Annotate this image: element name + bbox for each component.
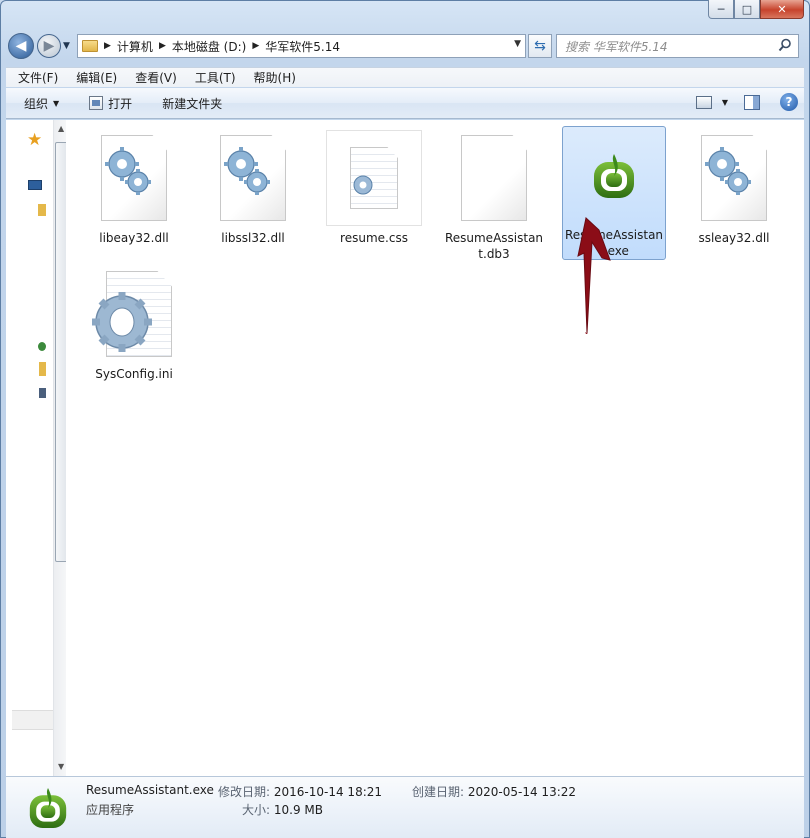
open-label: 打开 [108,96,133,111]
arrow-right-icon: ▶ [43,38,55,54]
address-bar[interactable]: ▶ 计算机 ▶ 本地磁盘 (D:) ▶ 华军软件5.14 ▼ [77,34,526,58]
close-button[interactable]: ✕ [760,0,804,19]
size-value: 10.9 MB [273,803,323,817]
dll-gear-icon [86,130,182,226]
file-name: ssleay32.dll [698,231,770,245]
network-icon[interactable] [38,342,46,351]
details-created: 创建日期: 2020-05-14 13:22 [412,783,576,800]
scroll-down-icon[interactable]: ▼ [58,762,64,771]
organize-button[interactable]: 组织 ▼ [24,95,59,112]
file-item-resumeassistant-db3[interactable]: ResumeAssistant.db3 [442,128,546,262]
menu-bar: 文件(F) 编辑(E) 查看(V) 工具(T) 帮助(H) [6,67,804,87]
preview-pane-icon[interactable] [744,94,760,110]
caption-buttons: ─ □ ✕ [708,0,804,19]
size-label: 大小: [242,803,271,817]
search-placeholder: 搜索 华军软件5.14 [565,39,668,54]
modified-value: 2016-10-14 18:21 [273,785,383,799]
file-name: ResumeAssistant.exe [564,228,664,258]
details-file-name: ResumeAssistant.exe [86,783,214,797]
file-item-ssleay32-dll[interactable]: ssleay32.dll [682,128,786,262]
navigation-pane: ★ ▲ ▼ [6,120,70,776]
menu-edit[interactable]: 编辑(E) [64,69,123,86]
minimize-button[interactable]: ─ [708,0,734,19]
favorites-star-icon[interactable]: ★ [27,130,42,150]
chevron-right-icon[interactable]: ▶ [252,41,259,51]
ini-gear-icon [86,266,182,362]
help-icon[interactable]: ? [780,93,798,111]
app-icon [29,788,67,828]
breadcrumb-drive-d[interactable]: 本地磁盘 (D:) [172,38,246,55]
forward-button[interactable]: ▶ [37,34,61,58]
address-row: ◀ ▶ ▼ ▶ 计算机 ▶ 本地磁盘 (D:) ▶ 华军软件5.14 ▼ ⇆ 搜… [8,31,802,61]
address-history-dropdown[interactable]: ▼ [514,39,521,49]
file-item-sysconfig-ini[interactable]: SysConfig.ini [82,264,186,398]
maximize-button[interactable]: □ [734,0,760,19]
modified-label: 修改日期: [218,785,271,799]
menu-help[interactable]: 帮助(H) [242,69,302,86]
folder-icon [82,40,98,52]
details-pane: ResumeAssistant.exe 应用程序 修改日期: 2016-10-1… [6,776,804,838]
menu-view[interactable]: 查看(V) [123,69,183,86]
back-button[interactable]: ◀ [8,33,34,59]
file-name: libssl32.dll [221,231,285,245]
dll-gear-icon [205,130,301,226]
new-folder-button[interactable]: 新建文件夹 [162,95,222,112]
file-item-resumeassistant-exe[interactable]: ResumeAssistant.exe [562,126,666,260]
file-item-libssl32-dll[interactable]: libssl32.dll [201,128,305,262]
command-bar: 组织 ▼ 打开 新建文件夹 ▼ ? [6,88,804,119]
organize-label: 组织 [24,96,49,111]
blank-file-icon [446,130,542,226]
details-file-type: 应用程序 [86,803,135,817]
folder-icon[interactable] [39,362,46,376]
recent-pages-dropdown[interactable]: ▼ [63,41,73,51]
file-name: SysConfig.ini [95,367,173,381]
desktop-icon[interactable] [28,180,42,190]
open-icon [89,96,104,110]
nav-pane-hscroll [12,710,54,730]
dll-gear-icon [686,130,782,226]
breadcrumb-computer[interactable]: 计算机 [117,38,153,55]
created-label: 创建日期: [412,785,465,799]
scroll-up-icon[interactable]: ▲ [58,124,64,133]
breadcrumb-folder[interactable]: 华军软件5.14 [265,38,340,55]
library-icon[interactable] [38,204,46,216]
refresh-icon: ⇆ [534,38,546,54]
search-input[interactable]: 搜索 华军软件5.14 [556,34,799,58]
file-name: libeay32.dll [99,231,169,245]
app-icon [566,129,662,223]
new-folder-label: 新建文件夹 [162,96,223,111]
chevron-right-icon[interactable]: ▶ [104,41,111,51]
menu-tools[interactable]: 工具(T) [183,69,242,86]
file-item-libeay32-dll[interactable]: libeay32.dll [82,128,186,262]
details-size: 大小: 10.9 MB [242,801,323,818]
file-item-resume-css[interactable]: resume.css [322,128,426,262]
created-value: 2020-05-14 13:22 [467,785,577,799]
details-modified: 修改日期: 2016-10-14 18:21 [218,783,382,800]
file-name: resume.css [340,231,408,245]
change-view-icon[interactable] [695,95,712,109]
computer-icon[interactable] [39,388,46,398]
chevron-right-icon[interactable]: ▶ [159,41,166,51]
arrow-left-icon: ◀ [15,38,27,54]
refresh-button[interactable]: ⇆ [528,34,552,58]
file-list: libeay32.dll libssl32.dll resume.css Res… [66,120,804,776]
chevron-down-icon[interactable]: ▼ [722,98,728,107]
menu-file[interactable]: 文件(F) [6,69,64,86]
open-button[interactable]: 打开 [89,95,132,112]
search-icon[interactable] [778,38,792,52]
chevron-down-icon: ▼ [53,98,60,108]
file-name: ResumeAssistant.db3 [444,231,544,261]
css-file-icon [326,130,422,226]
